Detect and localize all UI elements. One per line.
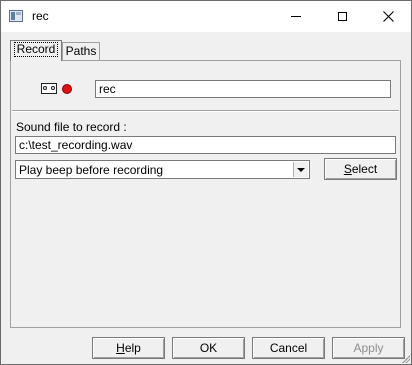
help-button-accel: H bbox=[116, 341, 125, 355]
record-name-input[interactable]: rec bbox=[95, 80, 391, 98]
maximize-icon bbox=[337, 12, 347, 21]
title-bar[interactable]: rec bbox=[1, 1, 411, 32]
beep-option-value: Play beep before recording bbox=[19, 163, 164, 177]
sound-file-label: Sound file to record : bbox=[16, 120, 127, 134]
record-tab-panel bbox=[10, 60, 401, 328]
tape-icon bbox=[41, 83, 57, 94]
apply-button[interactable]: Apply bbox=[332, 337, 405, 359]
close-icon bbox=[382, 11, 394, 22]
separator bbox=[12, 110, 399, 112]
tab-paths[interactable]: Paths bbox=[62, 42, 100, 60]
app-icon bbox=[9, 10, 23, 22]
select-button-accel: S bbox=[343, 162, 352, 176]
maximize-button[interactable] bbox=[319, 1, 365, 32]
beep-option-select[interactable]: Play beep before recording bbox=[15, 160, 310, 179]
window-title: rec bbox=[32, 9, 49, 23]
help-button[interactable]: Help bbox=[92, 337, 165, 359]
sound-file-input[interactable]: c:\test_recording.wav bbox=[15, 136, 396, 154]
help-button-label: elp bbox=[124, 341, 141, 355]
tab-record[interactable]: Record bbox=[10, 40, 62, 61]
cancel-button[interactable]: Cancel bbox=[252, 337, 325, 359]
tab-record-label: Record bbox=[13, 42, 59, 57]
select-button-label: elect bbox=[351, 162, 378, 176]
record-dot-icon bbox=[62, 84, 72, 94]
close-button[interactable] bbox=[365, 1, 411, 32]
minimize-icon bbox=[291, 16, 301, 17]
minimize-button[interactable] bbox=[273, 1, 319, 32]
resize-grip-icon[interactable] bbox=[400, 353, 410, 363]
chevron-down-icon[interactable] bbox=[293, 162, 308, 177]
ok-button[interactable]: OK bbox=[172, 337, 245, 359]
select-button[interactable]: Select bbox=[324, 158, 397, 180]
tab-paths-label: Paths bbox=[65, 44, 97, 58]
